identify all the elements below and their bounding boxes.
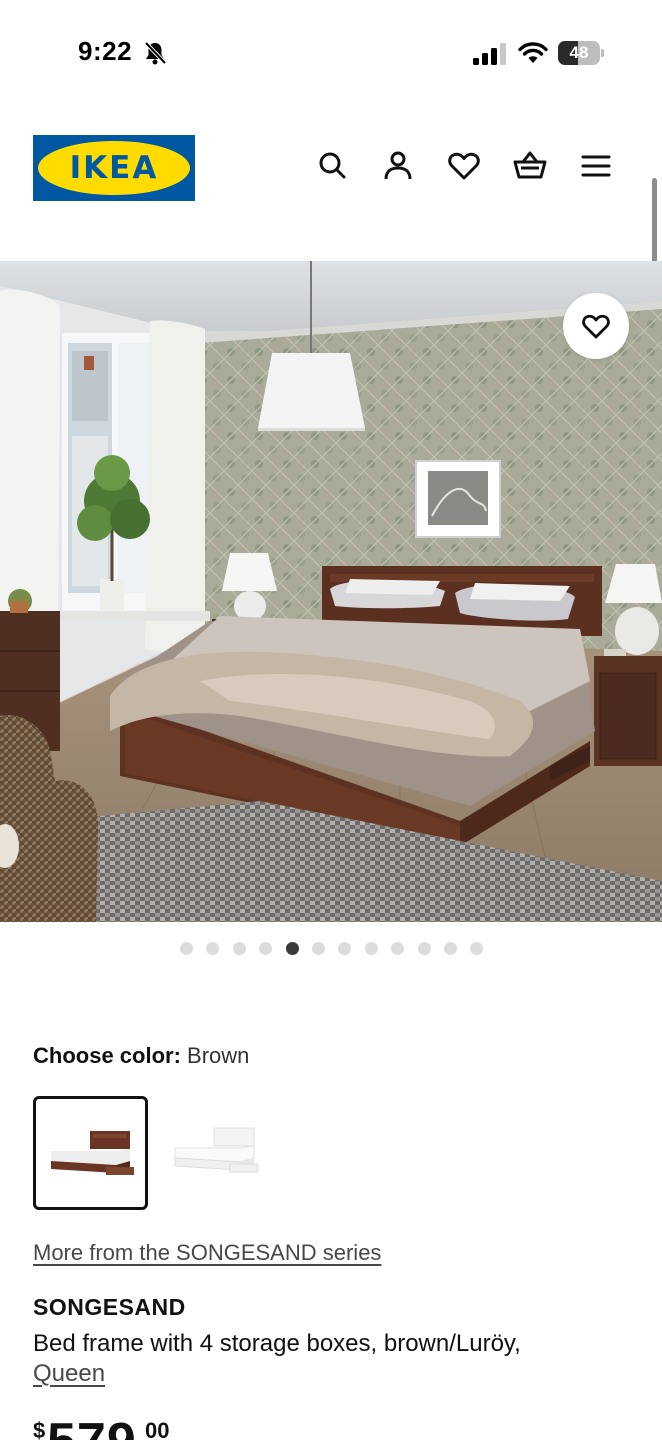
- ikea-logo[interactable]: IKEA ®: [33, 135, 195, 201]
- shopping-basket-icon[interactable]: [512, 148, 548, 184]
- carousel-dot-active[interactable]: [286, 942, 299, 955]
- color-swatch-white[interactable]: [160, 1096, 275, 1210]
- carousel-dot[interactable]: [180, 942, 193, 955]
- carousel-dot[interactable]: [391, 942, 404, 955]
- carousel-dot[interactable]: [259, 942, 272, 955]
- series-link[interactable]: More from the SONGESAND series: [33, 1240, 381, 1266]
- carousel-dot[interactable]: [365, 942, 378, 955]
- menu-icon[interactable]: [578, 148, 614, 184]
- color-swatch-brown[interactable]: [33, 1096, 148, 1210]
- color-label: Choose color:: [33, 1043, 181, 1068]
- carousel-dot[interactable]: [470, 942, 483, 955]
- carousel-dot[interactable]: [312, 942, 325, 955]
- account-icon[interactable]: [380, 148, 416, 184]
- battery-indicator: 48: [558, 41, 604, 65]
- color-chooser: Choose color: Brown: [33, 1043, 249, 1069]
- product-description: Bed frame with 4 storage boxes, brown/Lu…: [33, 1330, 521, 1357]
- price-dollars: 579: [47, 1412, 137, 1440]
- bell-slash-icon: [144, 41, 167, 65]
- favorites-heart-icon[interactable]: [446, 148, 482, 184]
- wifi-icon: [518, 42, 548, 63]
- carousel-dot[interactable]: [206, 942, 219, 955]
- carousel-dot[interactable]: [418, 942, 431, 955]
- battery-level: 48: [569, 43, 589, 62]
- add-to-favorites-button[interactable]: [563, 293, 629, 359]
- carousel-dot[interactable]: [444, 942, 457, 955]
- price-currency: $: [33, 1418, 46, 1440]
- carousel-dot[interactable]: [233, 942, 246, 955]
- selected-color: Brown: [187, 1043, 250, 1068]
- carousel-dot[interactable]: [338, 942, 351, 955]
- search-icon[interactable]: [315, 148, 351, 184]
- cellular-signal-icon: [473, 43, 506, 65]
- heart-icon: [582, 314, 610, 339]
- product-image[interactable]: [0, 261, 662, 922]
- status-bar: 9:22 48: [0, 0, 662, 100]
- status-time: 9:22: [78, 36, 133, 66]
- price-cents: 00: [145, 1418, 170, 1440]
- product-name: SONGESAND: [33, 1294, 186, 1320]
- size-link[interactable]: Queen: [33, 1360, 105, 1388]
- site-header: IKEA ®: [0, 120, 662, 220]
- carousel-pagination: [0, 942, 662, 956]
